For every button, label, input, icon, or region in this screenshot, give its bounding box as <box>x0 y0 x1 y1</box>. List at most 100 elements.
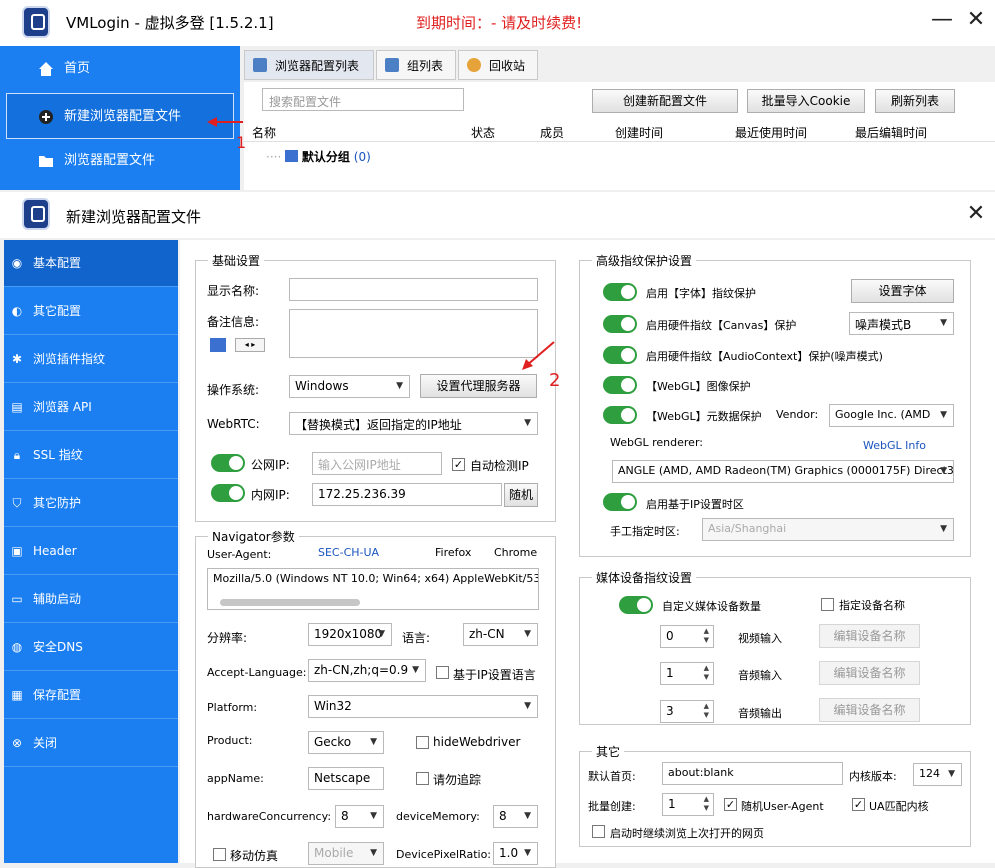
group-row[interactable]: ···· 默认分组 (0) <box>266 148 371 165</box>
mobile-select[interactable]: Mobile <box>308 842 384 865</box>
search-input[interactable]: 搜索配置文件 <box>262 88 464 111</box>
col-last-used[interactable]: 最近使用时间 <box>735 124 807 141</box>
tz-select[interactable]: Asia/Shanghai <box>702 518 954 541</box>
side-dns[interactable]: ◍ 安全DNS <box>4 624 178 671</box>
col-name[interactable]: 名称 <box>252 124 276 141</box>
public-ip-label: 公网IP: <box>251 458 290 472</box>
create-profile-button[interactable]: 创建新配置文件 <box>592 89 738 113</box>
dpr-select[interactable]: 1.0 <box>493 842 538 865</box>
edit-video-in-button[interactable]: 编辑设备名称 <box>819 624 920 648</box>
side-basic[interactable]: ◉ 基本配置 <box>4 240 178 287</box>
firefox-link[interactable]: Firefox <box>435 546 471 559</box>
hw-select[interactable]: 8 <box>335 805 384 828</box>
home-field[interactable]: about:blank <box>662 762 843 785</box>
video-in-stepper[interactable]: 0 <box>660 625 714 648</box>
side-close[interactable]: ⊗ 关闭 <box>4 720 178 767</box>
notes-home-icon[interactable] <box>210 338 226 352</box>
hide-webdriver-checkbox[interactable] <box>416 736 429 749</box>
media-custom-toggle[interactable] <box>619 596 653 614</box>
mobile-checkbox[interactable] <box>213 848 226 861</box>
recycle-icon <box>467 58 481 72</box>
nav-new-profile[interactable]: 新建浏览器配置文件 <box>6 93 234 139</box>
col-created[interactable]: 创建时间 <box>615 124 663 141</box>
product-select[interactable]: Gecko <box>308 731 384 754</box>
notes-label: 备注信息: <box>207 315 260 329</box>
col-status[interactable]: 状态 <box>471 124 495 141</box>
webgl-image-toggle[interactable] <box>603 376 637 394</box>
import-cookie-button[interactable]: 批量导入Cookie <box>747 89 865 113</box>
vendor-select[interactable]: Google Inc. (AMD <box>829 404 954 427</box>
canvas-toggle[interactable] <box>603 315 637 333</box>
nav-profiles[interactable]: 浏览器配置文件 <box>0 138 240 184</box>
annotation-number-1: 1 <box>236 133 247 152</box>
set-font-button[interactable]: 设置字体 <box>851 279 954 303</box>
side-api[interactable]: ▤ 浏览器 API <box>4 384 178 431</box>
tab-bar: 浏览器配置列表 组列表 回收站 <box>244 50 995 82</box>
memory-select[interactable]: 8 <box>493 805 538 828</box>
local-ip-input[interactable]: 172.25.236.39 <box>312 483 502 506</box>
dialog-close-icon[interactable]: ✕ <box>962 200 990 228</box>
edit-audio-in-button[interactable]: 编辑设备名称 <box>819 661 920 685</box>
lock-icon: 🔒︎ <box>13 448 21 462</box>
side-header[interactable]: ▣ Header <box>4 528 178 575</box>
col-last-edit[interactable]: 最后编辑时间 <box>855 124 927 141</box>
audio-toggle[interactable] <box>603 346 637 364</box>
ip-language-checkbox[interactable] <box>436 666 449 679</box>
tab-profile-list[interactable]: 浏览器配置列表 <box>244 50 374 80</box>
display-name-field[interactable] <box>289 278 538 301</box>
batch-stepper[interactable]: 1 <box>662 793 714 816</box>
side-ssl[interactable]: 🔒︎ SSL 指纹 <box>4 432 178 479</box>
chrome-link[interactable]: Chrome <box>494 546 537 559</box>
tab-recycle[interactable]: 回收站 <box>458 50 538 80</box>
refresh-button[interactable]: 刷新列表 <box>875 89 955 113</box>
col-members[interactable]: 成员 <box>540 124 564 141</box>
canvas-mode-select[interactable]: 噪声模式B <box>849 312 954 335</box>
accept-language-select[interactable]: zh-CN,zh;q=0.9 <box>308 659 426 682</box>
os-select[interactable]: Windows <box>289 375 410 398</box>
side-protect[interactable]: ⛉ 其它防护 <box>4 480 178 527</box>
renderer-select[interactable]: ANGLE (AMD, AMD Radeon(TM) Graphics (000… <box>612 460 954 483</box>
font-label: 启用【字体】指纹保护 <box>646 287 756 300</box>
edit-audio-out-button[interactable]: 编辑设备名称 <box>819 698 920 722</box>
restore-checkbox[interactable] <box>592 825 605 838</box>
minimize-icon[interactable]: — <box>928 6 956 34</box>
sec-ch-ua-link[interactable]: SEC-CH-UA <box>318 546 379 559</box>
home-icon <box>39 62 53 76</box>
webgl-info-link[interactable]: WebGL Info <box>863 439 926 452</box>
side-plugin[interactable]: ✱ 浏览插件指纹 <box>4 336 178 383</box>
dnt-checkbox[interactable] <box>416 772 429 785</box>
audio-in-stepper[interactable]: 1 <box>660 662 714 685</box>
notes-field[interactable] <box>289 309 538 358</box>
auto-detect-checkbox[interactable]: ✓ <box>452 458 465 471</box>
globe-icon: ◐ <box>11 304 23 318</box>
list-icon <box>253 58 267 72</box>
random-ip-button[interactable]: 随机 <box>504 483 538 507</box>
tab-groups[interactable]: 组列表 <box>376 50 456 80</box>
appname-field[interactable]: Netscape <box>308 767 384 790</box>
nav-home[interactable]: 首页 <box>0 46 240 92</box>
random-ua-checkbox[interactable]: ✓ <box>724 798 737 811</box>
audio-out-stepper[interactable]: 3 <box>660 700 714 723</box>
kernel-select[interactable]: 124 <box>913 763 962 786</box>
local-ip-toggle[interactable] <box>211 484 245 502</box>
tz-toggle[interactable] <box>603 493 637 511</box>
side-assist[interactable]: ▭ 辅助启动 <box>4 576 178 623</box>
webrtc-select[interactable]: 【替换模式】返回指定的IP地址 <box>289 412 538 435</box>
webgl-meta-toggle[interactable] <box>603 406 637 424</box>
resolution-select[interactable]: 1920x1080 <box>308 623 392 646</box>
public-ip-toggle[interactable] <box>211 454 245 472</box>
font-toggle[interactable] <box>603 283 637 301</box>
close-window-icon[interactable]: ✕ <box>962 6 990 34</box>
public-ip-input[interactable]: 输入公网IP地址 <box>312 452 442 475</box>
language-select[interactable]: zh-CN <box>463 623 538 646</box>
platform-select[interactable]: Win32 <box>308 695 538 718</box>
side-other-config[interactable]: ◐ 其它配置 <box>4 288 178 335</box>
specify-name-checkbox[interactable] <box>821 598 834 611</box>
ua-scrollbar[interactable] <box>220 599 360 606</box>
close-circle-icon: ⊗ <box>11 736 23 750</box>
ua-match-checkbox[interactable]: ✓ <box>852 798 865 811</box>
side-save[interactable]: ▦ 保存配置 <box>4 672 178 719</box>
notes-scroll-arrows[interactable]: ◂ ▸ <box>235 338 265 352</box>
proxy-settings-button[interactable]: 设置代理服务器 <box>420 374 537 398</box>
dialog-content: 基础设置 显示名称: 备注信息: ◂ ▸ 操作系统: Windows 设置代理服… <box>180 240 995 868</box>
